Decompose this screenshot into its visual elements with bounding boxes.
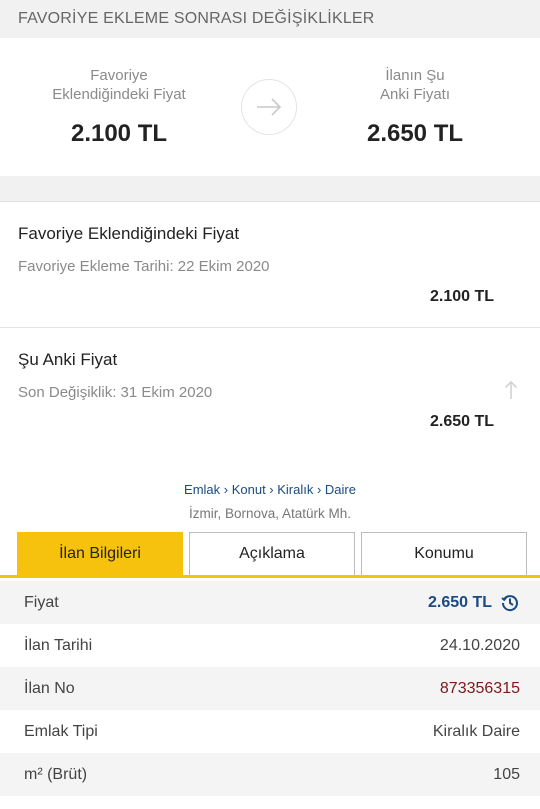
detail-row-ilan-no: İlan No 873356315 <box>0 667 540 710</box>
detail-label: İlan No <box>24 679 75 697</box>
detail-label: Fiyat <box>24 593 59 611</box>
detail-label: m² (Brüt) <box>24 765 88 783</box>
arrow-right-icon <box>241 79 297 135</box>
row-price: 2.650 TL <box>429 413 494 430</box>
favorite-price-row: Favoriye Eklendiğindeki Fiyat Favoriye E… <box>0 202 540 328</box>
category-breadcrumb[interactable]: Emlak › Konut › Kiralık › Daire <box>0 482 540 497</box>
row-title: Favoriye Eklendiğindeki Fiyat <box>18 224 240 243</box>
favorite-price-label-line2: Eklendiğindeki Fiyat <box>52 86 186 103</box>
row-title: Şu Anki Fiyat <box>18 350 118 369</box>
current-price-label-line1: İlanın Şu <box>385 67 445 84</box>
listing-location: İzmir, Bornova, Atatürk Mh. <box>188 506 352 521</box>
detail-row-date: İlan Tarihi 24.10.2020 <box>0 624 540 667</box>
row-price: 2.100 TL <box>429 288 494 305</box>
detail-row-type: Emlak Tipi Kiralık Daire <box>0 710 540 753</box>
favorite-price-value: 2.100 TL <box>70 120 168 147</box>
arrow-up-icon <box>504 380 518 399</box>
detail-row-area: m² (Brüt) 105 <box>0 753 540 796</box>
listing-tabs: İlan Bilgileri Açıklama Konumu <box>0 530 540 578</box>
row-subtitle: Favoriye Ekleme Tarihi: 22 Ekim 2020 <box>18 258 270 275</box>
detail-value: 2.650 TL <box>428 593 520 613</box>
price-compare-panel: Favoriye Eklendiğindeki Fiyat 2.100 TL İ… <box>0 38 540 176</box>
detail-value: 24.10.2020 <box>439 636 520 654</box>
price-value: 2.650 TL <box>427 593 492 611</box>
row-subtitle: Son Değişiklik: 31 Ekim 2020 <box>18 384 213 401</box>
current-price-label-line2: Anki Fiyatı <box>379 86 451 103</box>
detail-label: İlan Tarihi <box>24 636 93 654</box>
favorite-price-label-line1: Favoriye <box>90 67 148 84</box>
detail-label: Emlak Tipi <box>24 722 98 740</box>
favorite-price-column: Favoriye Eklendiğindeki Fiyat 2.100 TL <box>19 66 219 148</box>
detail-value: 105 <box>493 765 520 783</box>
changes-section-header: FAVORİYE EKLEME SONRASI DEĞİŞİKLİKLER <box>0 0 540 38</box>
detail-value: 873356315 <box>439 679 520 697</box>
detail-value: Kiralık Daire <box>432 722 520 740</box>
current-price-column: İlanın Şu Anki Fiyatı 2.650 TL <box>315 66 515 148</box>
current-price-value: 2.650 TL <box>366 120 464 147</box>
section-divider <box>0 176 540 202</box>
listing-details-table: Fiyat 2.650 TL İlan Tarihi 24.10.2020 İl… <box>0 581 540 796</box>
price-history-icon[interactable] <box>500 593 520 613</box>
tab-ilan-bilgileri[interactable]: İlan Bilgileri <box>17 532 183 576</box>
tab-aciklama[interactable]: Açıklama <box>189 532 355 576</box>
tab-konumu[interactable]: Konumu <box>361 532 527 576</box>
section-title: FAVORİYE EKLEME SONRASI DEĞİŞİKLİKLER <box>18 10 375 27</box>
detail-row-price: Fiyat 2.650 TL <box>0 581 540 624</box>
current-price-row: Şu Anki Fiyat Son Değişiklik: 31 Ekim 20… <box>0 328 540 450</box>
